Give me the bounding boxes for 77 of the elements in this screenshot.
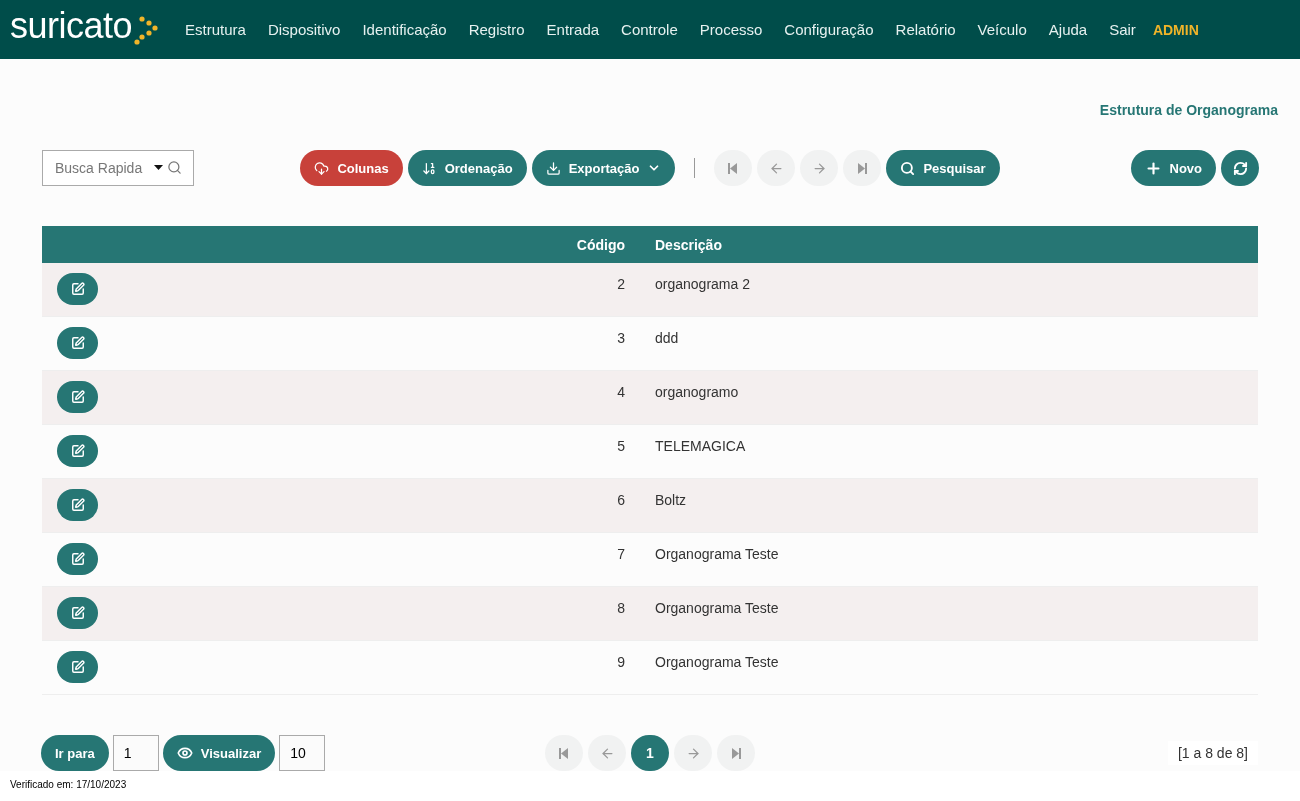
verified-date: Verificado em: 17/10/2023 bbox=[10, 779, 127, 790]
edit-button[interactable] bbox=[57, 489, 98, 521]
sort-icon bbox=[421, 160, 437, 176]
table-cell-text: Organograma Teste bbox=[654, 545, 780, 562]
quick-search-field[interactable]: Busca Rapida bbox=[42, 150, 194, 186]
skip-last-icon bbox=[731, 747, 741, 759]
table-cell-text: 8 bbox=[617, 599, 625, 616]
edit-button[interactable] bbox=[57, 435, 98, 467]
menu-item[interactable]: Sair bbox=[1109, 21, 1136, 38]
table-cell-text: 2 bbox=[617, 275, 625, 292]
sort-button[interactable]: Ordenação bbox=[407, 150, 527, 186]
search-icon[interactable] bbox=[167, 160, 182, 175]
table-cell-text: ddd bbox=[654, 329, 680, 346]
edit-button[interactable] bbox=[57, 327, 98, 359]
table-cell-text: 6 bbox=[617, 491, 625, 508]
search-icon bbox=[900, 160, 916, 176]
search-button[interactable]: Pesquisar bbox=[886, 150, 1000, 186]
menu-item[interactable]: Processo bbox=[699, 21, 763, 38]
edit-icon bbox=[70, 660, 85, 674]
page-size-field[interactable]: 10 bbox=[279, 735, 326, 771]
page-button[interactable]: 1 bbox=[631, 735, 669, 771]
menu-item[interactable]: Ajuda bbox=[1048, 21, 1088, 38]
edit-icon bbox=[70, 444, 85, 458]
table-cell-text: 9 bbox=[617, 653, 625, 670]
edit-icon bbox=[70, 282, 85, 296]
menu-item[interactable]: Relatório bbox=[895, 21, 956, 38]
menu-item[interactable]: Entrada bbox=[546, 21, 600, 38]
skip-first-icon bbox=[728, 162, 739, 174]
new-button[interactable]: Novo bbox=[1130, 150, 1216, 186]
edit-icon bbox=[70, 498, 85, 512]
edit-icon bbox=[70, 390, 85, 404]
column-header: Código bbox=[576, 236, 625, 253]
table-cell-text: 7 bbox=[617, 545, 625, 562]
edit-button[interactable] bbox=[57, 543, 98, 575]
table-cell-text: Organograma Teste bbox=[654, 599, 780, 616]
refresh-button[interactable] bbox=[1221, 150, 1259, 186]
menu-item[interactable]: Registro bbox=[468, 21, 525, 38]
menu-item[interactable]: Identificação bbox=[362, 21, 447, 38]
table-cell-text: 3 bbox=[617, 329, 625, 346]
skip-first-icon bbox=[559, 747, 569, 759]
refresh-icon bbox=[1232, 160, 1248, 176]
table-cell-text: organograma 2 bbox=[654, 275, 751, 292]
menu-item[interactable]: Configuração bbox=[784, 21, 874, 38]
column-header: Descrição bbox=[654, 236, 723, 253]
edit-icon bbox=[70, 606, 85, 620]
eye-icon bbox=[176, 745, 193, 761]
menu-item[interactable]: Dispositivo bbox=[267, 21, 341, 38]
export-button[interactable]: Exportação bbox=[531, 150, 676, 186]
edit-button[interactable] bbox=[57, 381, 98, 413]
download-icon bbox=[545, 160, 561, 176]
plus-icon bbox=[1144, 159, 1162, 177]
user-name[interactable]: ADMIN bbox=[1152, 21, 1199, 38]
table-cell-text: 4 bbox=[617, 383, 625, 400]
table-cell-text: Organograma Teste bbox=[654, 653, 780, 670]
arrow-right-icon bbox=[811, 160, 827, 176]
edit-button[interactable] bbox=[57, 651, 98, 683]
edit-button[interactable] bbox=[57, 273, 98, 305]
go-to-button[interactable]: Ir para bbox=[41, 735, 109, 771]
menu-item[interactable]: Veículo bbox=[977, 21, 1027, 38]
page-title: Estrutura de Organograma bbox=[1099, 102, 1278, 118]
view-button[interactable]: Visualizar bbox=[162, 735, 276, 771]
arrow-right-icon bbox=[685, 745, 701, 761]
columns-button[interactable]: Colunas bbox=[300, 150, 403, 186]
caret-icon[interactable] bbox=[154, 165, 163, 170]
logo: suricato bbox=[10, 7, 133, 44]
edit-button[interactable] bbox=[57, 597, 98, 629]
table-cell-text: Boltz bbox=[654, 491, 688, 508]
menu-item[interactable]: Controle bbox=[621, 21, 678, 38]
cloud-download-icon bbox=[314, 160, 330, 176]
edit-icon bbox=[70, 336, 85, 350]
menu-item[interactable]: Estrutura bbox=[185, 21, 246, 38]
edit-icon bbox=[70, 552, 85, 566]
table-cell-text: organogramo bbox=[654, 383, 740, 400]
table-cell-text: 5 bbox=[617, 437, 625, 454]
page-number-field[interactable]: 1 bbox=[112, 735, 159, 771]
table-cell-text: TELEMAGICA bbox=[654, 437, 747, 454]
skip-last-icon bbox=[857, 162, 868, 174]
